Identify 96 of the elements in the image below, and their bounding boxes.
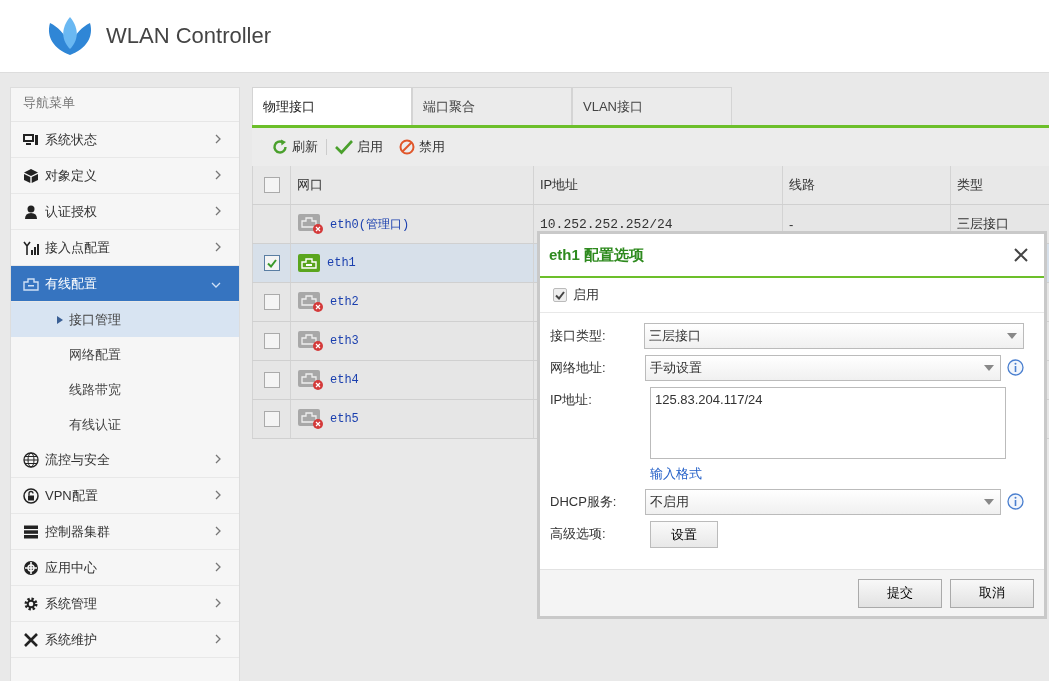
table-cell: 三层接口 [957,215,1009,233]
sidebar-subitem[interactable]: 线路带宽 [11,372,239,407]
sidebar-item[interactable]: VPN配置 [11,478,239,514]
caret-icon [984,499,994,505]
chevron-right-icon [215,205,221,216]
cube-icon [23,167,39,184]
ethernet-port-icon [23,275,39,292]
toolbar-button[interactable]: 禁用 [391,138,453,156]
chevron-right-icon [215,525,221,536]
port-link[interactable]: eth0(管理口) [330,215,410,233]
port-link[interactable]: eth2 [330,295,359,309]
field-label: IP地址: [550,391,593,409]
port-link[interactable]: eth1 [327,256,356,270]
chevron-down-icon [211,281,221,288]
sidebar-item[interactable]: 有线配置 [11,266,239,302]
column-header: 线路 [789,176,815,194]
field-label: DHCP服务: [550,493,618,511]
sidebar-item[interactable]: 控制器集群 [11,514,239,550]
close-button[interactable] [1012,246,1030,264]
triangle-right-icon [57,315,63,324]
info-icon[interactable] [1007,359,1024,376]
user-icon [23,203,39,220]
dropdown[interactable]: 不启用 [645,489,1001,515]
disconnected-port-icon [297,291,324,313]
tab[interactable]: 端口聚合 [412,87,572,125]
toolbar-button[interactable]: 启用 [327,138,391,156]
check-icon [267,258,277,268]
caret-icon [984,365,994,371]
row-checkbox[interactable] [264,372,280,388]
caret-icon [1007,333,1017,339]
sidebar-item[interactable]: 流控与安全 [11,442,239,478]
check-icon [335,139,353,155]
chevron-right-icon [215,241,221,252]
chevron-right-icon [215,489,221,500]
info-icon[interactable] [1007,493,1024,510]
ip-address-field[interactable]: 125.83.204.117/24 [650,387,1006,459]
field-label: 接口类型: [550,327,607,345]
column-header: 网口 [297,176,323,194]
chevron-right-icon [215,561,221,572]
dialog-button[interactable]: 提交 [858,578,942,608]
checkbox-label: 启用 [573,286,599,304]
server-icon [23,523,39,540]
sidebar-subitem[interactable]: 有线认证 [11,407,239,442]
port-link[interactable]: eth5 [330,412,359,426]
lock-icon [23,487,39,504]
app-title: WLAN Controller [106,23,272,49]
dropdown[interactable]: 三层接口 [644,323,1024,349]
globe-icon [23,451,39,468]
dropdown[interactable]: 手动设置 [645,355,1001,381]
sidebar-item[interactable]: 认证授权 [11,194,239,230]
check-icon [555,290,565,300]
sidebar-item[interactable]: 系统管理 [11,586,239,622]
disconnected-port-icon [297,369,324,391]
settings-icon [23,595,39,612]
tab[interactable]: VLAN接口 [572,87,732,125]
sidebar-subitem[interactable]: 接口管理 [11,302,239,337]
dialog-button[interactable]: 取消 [950,578,1034,608]
prohibited-icon [399,139,415,155]
chevron-right-icon [215,597,221,608]
sidebar-item[interactable]: 系统状态 [11,122,239,158]
disconnected-port-icon [297,408,324,430]
field-label: 高级选项: [550,525,607,543]
row-checkbox[interactable] [264,411,280,427]
close-icon [1014,248,1028,262]
chevron-right-icon [215,453,221,464]
port-link[interactable]: eth3 [330,334,359,348]
port-link[interactable]: eth4 [330,373,359,387]
column-header: IP地址 [540,176,579,194]
field-label: 网络地址: [550,359,607,377]
toolbar-button[interactable]: 刷新 [264,138,326,156]
dialog-title: eth1 配置选项 [549,245,644,265]
row-checkbox[interactable] [264,294,280,310]
column-header: 类型 [957,176,983,194]
enable-checkbox[interactable] [553,288,567,302]
input-format-link[interactable]: 输入格式 [650,465,1006,483]
sidebar-title: 导航菜单 [11,88,239,122]
row-checkbox[interactable] [264,333,280,349]
disconnected-port-icon [297,330,324,352]
table-cell: 10.252.252.252/24 [540,216,673,232]
sidebar-subitem[interactable]: 网络配置 [11,337,239,372]
disconnected-port-icon [297,213,324,235]
refresh-icon [272,139,288,155]
chevron-right-icon [215,133,221,144]
sidebar-item[interactable]: 应用中心 [11,550,239,586]
antenna-icon [23,239,39,256]
monitor-icon [23,131,39,148]
table-cell: - [789,216,794,232]
chevron-right-icon [215,633,221,644]
settings-button[interactable]: 设置 [650,521,718,548]
chevron-right-icon [215,169,221,180]
sidebar-item[interactable]: 系统维护 [11,622,239,658]
tab[interactable]: 物理接口 [252,87,412,125]
ethernet-port-icon [297,253,321,273]
select-all-checkbox[interactable] [264,177,280,193]
row-checkbox[interactable] [264,255,280,271]
sidebar-item[interactable]: 对象定义 [11,158,239,194]
